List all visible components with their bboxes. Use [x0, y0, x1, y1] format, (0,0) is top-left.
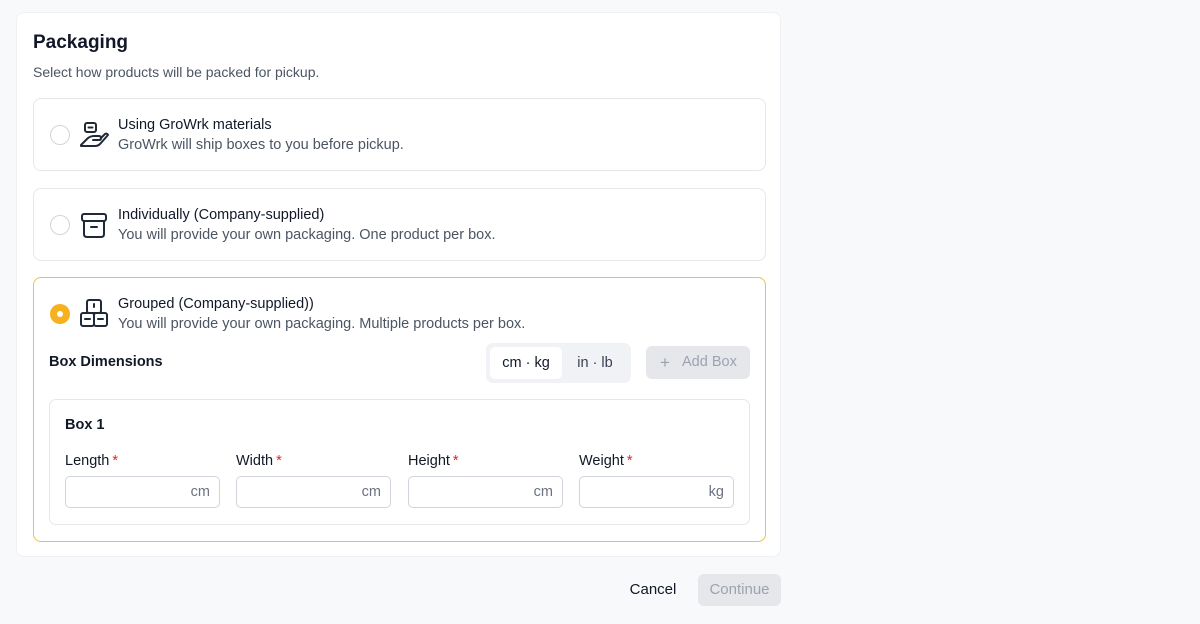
option-title: Using GroWrk materials	[118, 117, 272, 133]
unit-option-metric[interactable]: cm · kg	[490, 347, 562, 379]
plus-icon: +	[660, 353, 670, 372]
weight-label: Weight *	[579, 453, 633, 469]
length-input[interactable]: cm	[65, 476, 220, 508]
weight-input[interactable]: kg	[579, 476, 734, 508]
option-description: You will provide your own packaging. One…	[118, 227, 496, 243]
option-title: Grouped (Company-supplied))	[118, 296, 314, 312]
hand-holding-box-icon	[80, 122, 109, 147]
length-label: Length *	[65, 453, 118, 469]
stacked-boxes-icon	[80, 299, 108, 327]
unit-option-imperial[interactable]: in · lb	[562, 347, 628, 379]
section-title: Packaging	[33, 32, 129, 53]
height-input[interactable]: cm	[408, 476, 563, 508]
cancel-button[interactable]: Cancel	[626, 579, 680, 601]
width-unit: cm	[361, 484, 381, 500]
option-grouped[interactable]: Grouped (Company-supplied)) You will pro…	[33, 277, 766, 542]
length-unit: cm	[190, 484, 210, 500]
required-mark: *	[626, 453, 633, 469]
option-individually[interactable]: Individually (Company-supplied) You will…	[33, 188, 766, 261]
weight-label-text: Weight	[579, 453, 624, 469]
required-mark: *	[112, 453, 119, 469]
radio-growrk-materials[interactable]	[50, 125, 70, 145]
archive-box-icon	[81, 213, 107, 238]
option-title: Individually (Company-supplied)	[118, 207, 325, 223]
width-label-text: Width	[236, 453, 274, 469]
option-description: You will provide your own packaging. Mul…	[118, 316, 526, 332]
box-title: Box 1	[65, 417, 105, 433]
width-label: Width *	[236, 453, 282, 469]
continue-button[interactable]: Continue	[698, 574, 781, 606]
unit-toggle: cm · kg in · lb	[486, 343, 631, 383]
height-label: Height *	[408, 453, 459, 469]
option-description: GroWrk will ship boxes to you before pic…	[118, 137, 404, 153]
packaging-card: Packaging Select how products will be pa…	[16, 12, 781, 557]
box-dimensions-label: Box Dimensions	[49, 354, 163, 370]
required-mark: *	[276, 453, 282, 469]
weight-unit: kg	[708, 484, 724, 500]
required-mark: *	[452, 453, 459, 469]
length-label-text: Length	[65, 453, 110, 469]
box-panel: Box 1 Length * cm Width * cm Height * cm We…	[49, 399, 750, 525]
height-label-text: Height	[408, 453, 450, 469]
height-unit: cm	[533, 484, 553, 500]
add-box-label: Add Box	[682, 354, 737, 370]
option-growrk-materials[interactable]: Using GroWrk materials GroWrk will ship …	[33, 98, 766, 171]
radio-grouped[interactable]	[50, 304, 70, 324]
width-input[interactable]: cm	[236, 476, 391, 508]
section-subtitle: Select how products will be packed for p…	[33, 64, 320, 80]
add-box-button[interactable]: + Add Box	[646, 346, 750, 379]
radio-individually[interactable]	[50, 215, 70, 235]
